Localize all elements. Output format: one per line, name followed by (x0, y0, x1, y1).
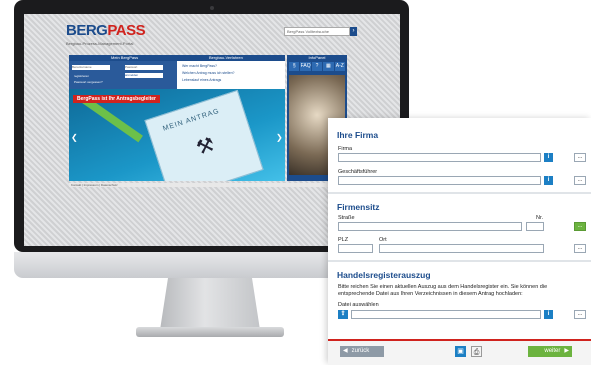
register-text-line2: entsprechende Datei aus Ihren Verzeichni… (338, 291, 523, 297)
strasse-label: Straße (338, 215, 355, 221)
forgot-password-link[interactable]: Passwort vergessen? (74, 80, 103, 84)
section-title: Handelsregisterauszug (337, 270, 431, 280)
ort-label: Ort (379, 237, 387, 243)
hammer-pick-icon: ⚒ (193, 133, 218, 160)
section-firmensitz: Firmensitz Straße Nr. ... PLZ Ort ... (328, 192, 591, 258)
hero-banner: MEIN ANTRAG ⚒ BergPass ist Ihr Antragsbe… (69, 89, 285, 181)
info-icon[interactable]: i (544, 176, 553, 185)
bergpass-logo[interactable]: BERGPASS (66, 22, 146, 39)
quick-link[interactable]: Wer macht BergPass? (182, 64, 285, 68)
quick-link[interactable]: Lebenslauf eines Antrags (182, 78, 285, 82)
save-icon[interactable]: ▣ (455, 346, 466, 357)
monitor-base (136, 327, 284, 337)
register-link[interactable]: registrieren (74, 74, 89, 78)
more-button[interactable]: ... (574, 176, 586, 185)
info-panel-title: InfoPanel (308, 55, 326, 60)
form-card: Ihre Firma Firma i ... Geschäftsführer i… (328, 118, 591, 365)
password-input[interactable]: Passwort (125, 65, 163, 70)
monitor-stand (160, 278, 260, 330)
glossary-icon[interactable]: A-Z (334, 62, 346, 71)
firma-input[interactable] (338, 153, 541, 162)
more-button-active[interactable]: ... (574, 222, 586, 231)
form-action-bar: ◀ zurück ▣ ⎙ weiter ▶ (328, 339, 591, 365)
file-input[interactable] (351, 310, 541, 319)
upload-icon[interactable]: ⇪ (338, 310, 348, 319)
back-button[interactable]: ◀ zurück (340, 346, 384, 357)
ort-input[interactable] (379, 244, 544, 253)
register-text-line1: Bitte reichen Sie einen aktuellen Auszug… (338, 284, 548, 290)
print-icon[interactable]: ⎙ (471, 346, 482, 357)
plz-input[interactable] (338, 244, 373, 253)
search-input[interactable]: BergPass Volltextsuche (284, 27, 350, 36)
section-firma: Ihre Firma Firma i ... Geschäftsführer i… (328, 118, 591, 188)
file-label: Datei auswählen (338, 302, 379, 308)
info-icon[interactable]: i (544, 310, 553, 319)
username-input[interactable]: Benutzername (72, 65, 110, 70)
webcam (210, 6, 214, 10)
section-handelsregister: Handelsregisterauszug Bitte reichen Sie … (328, 260, 591, 338)
gf-input[interactable] (338, 176, 541, 185)
more-button[interactable]: ... (574, 244, 586, 253)
faq-icon[interactable]: FAQ (300, 62, 311, 71)
section-title: Firmensitz (337, 202, 380, 212)
nr-label: Nr. (536, 215, 544, 221)
nr-input[interactable] (526, 222, 544, 231)
firma-label: Firma (338, 146, 353, 152)
more-button[interactable]: ... (574, 153, 586, 162)
quick-links: Wer macht BergPass? Welchen Antrag muss … (177, 61, 285, 89)
next-button[interactable]: weiter ▶ (528, 346, 572, 357)
section-title: Ihre Firma (337, 130, 379, 140)
more-button[interactable]: ... (574, 310, 586, 319)
strasse-input[interactable] (338, 222, 522, 231)
info-icon[interactable]: i (544, 153, 553, 162)
paragraph-icon[interactable]: § (289, 62, 300, 71)
chevron-right-icon[interactable]: ❯ (276, 133, 283, 142)
site-footer: Kontakt | Impressum | Datenschutz (69, 183, 349, 187)
login-box: Benutzername Passwort registrieren Passw… (69, 61, 177, 89)
plz-label: PLZ (338, 237, 349, 243)
chevron-left-icon: ◀ (343, 348, 348, 354)
logo-subtitle: Bergbau-Prozess-Management-Portal (66, 41, 134, 46)
search-button[interactable]: › (350, 27, 357, 36)
quick-link[interactable]: Welchen Antrag muss ich stellen? (182, 71, 285, 75)
hero-ribbon: BergPass ist Ihr Antragsbegleiter (73, 95, 161, 103)
login-button[interactable]: anmelden (125, 73, 163, 78)
antrag-paper-graphic: MEIN ANTRAG ⚒ (144, 89, 264, 181)
chevron-right-icon: ▶ (564, 348, 569, 354)
help-icon[interactable]: ? (311, 62, 323, 71)
gf-label: Geschäftsführer (338, 169, 378, 175)
chevron-left-icon[interactable]: ❮ (71, 133, 78, 142)
book-icon[interactable]: ▦ (323, 62, 334, 71)
site-header: BERGPASS Bergbau-Prozess-Management-Port… (32, 19, 392, 57)
